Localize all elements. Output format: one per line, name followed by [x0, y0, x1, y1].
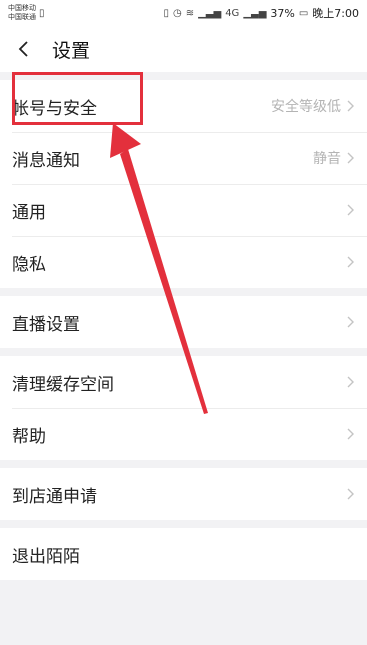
- settings-group-4: 到店通申请: [0, 468, 367, 520]
- settings-item-label: 隐私: [12, 254, 46, 275]
- chevron-right-icon: [347, 152, 355, 164]
- settings-item-account-security[interactable]: 帐号与安全 安全等级低: [0, 80, 367, 132]
- network-1-label: 4G: [225, 7, 240, 19]
- battery-icon: ▭: [298, 7, 309, 19]
- chevron-right-icon: [347, 488, 355, 500]
- carrier-2: 中国联通: [8, 13, 36, 21]
- carrier-info: 中国移动 中国联通 ▯: [8, 4, 45, 22]
- battery-percent: 37%: [270, 6, 295, 20]
- settings-item-label: 到店通申请: [12, 486, 97, 507]
- chevron-right-icon: [347, 376, 355, 388]
- settings-group-1: 帐号与安全 安全等级低 消息通知 静音 通用 隐私: [0, 80, 367, 288]
- clock: 晚上7:00: [312, 7, 359, 20]
- settings-item-clear-cache[interactable]: 清理缓存空间: [0, 356, 367, 408]
- settings-item-label: 退出陌陌: [12, 546, 80, 567]
- chevron-right-icon: [347, 316, 355, 328]
- settings-group-2: 直播设置: [0, 296, 367, 348]
- settings-group-3: 清理缓存空间 帮助: [0, 356, 367, 460]
- status-bar: 中国移动 中国联通 ▯ ▯ ◷ ≋ ▁▃▅ 4G ▁▃▅ 37% ▭ 晚上7:0…: [0, 0, 367, 26]
- settings-item-label: 帐号与安全: [12, 98, 97, 119]
- settings-item-logout[interactable]: 退出陌陌: [0, 528, 367, 580]
- settings-item-privacy[interactable]: 隐私: [0, 236, 367, 288]
- sim-icon: ▯: [39, 7, 45, 19]
- wifi-icon: ≋: [185, 7, 195, 19]
- page-title: 设置: [52, 39, 91, 62]
- settings-item-label: 通用: [12, 202, 46, 223]
- signal-2-icon: ▁▃▅: [243, 7, 267, 19]
- settings-item-notifications[interactable]: 消息通知 静音: [0, 132, 367, 184]
- carrier-1: 中国移动: [8, 4, 36, 12]
- settings-item-live-settings[interactable]: 直播设置: [0, 296, 367, 348]
- back-button[interactable]: [12, 37, 36, 61]
- chevron-right-icon: [347, 256, 355, 268]
- chevron-left-icon: [18, 41, 28, 57]
- vibrate-icon: ▯: [163, 7, 169, 19]
- settings-item-label: 帮助: [12, 426, 46, 447]
- settings-item-label: 消息通知: [12, 150, 80, 171]
- settings-item-general[interactable]: 通用: [0, 184, 367, 236]
- header: 设置: [0, 26, 367, 72]
- settings-item-store-apply[interactable]: 到店通申请: [0, 468, 367, 520]
- chevron-right-icon: [347, 204, 355, 216]
- notification-mode-value: 静音: [313, 151, 341, 167]
- alarm-icon: ◷: [172, 7, 182, 19]
- settings-group-5: 退出陌陌: [0, 528, 367, 580]
- chevron-right-icon: [347, 428, 355, 440]
- settings-item-help[interactable]: 帮助: [0, 408, 367, 460]
- settings-item-label: 清理缓存空间: [12, 374, 114, 395]
- status-indicators: ▯ ◷ ≋ ▁▃▅ 4G ▁▃▅ 37% ▭ 晚上7:00: [163, 5, 359, 21]
- settings-item-label: 直播设置: [12, 314, 80, 335]
- signal-1-icon: ▁▃▅: [198, 7, 222, 19]
- security-level-value: 安全等级低: [271, 99, 341, 115]
- chevron-right-icon: [347, 100, 355, 112]
